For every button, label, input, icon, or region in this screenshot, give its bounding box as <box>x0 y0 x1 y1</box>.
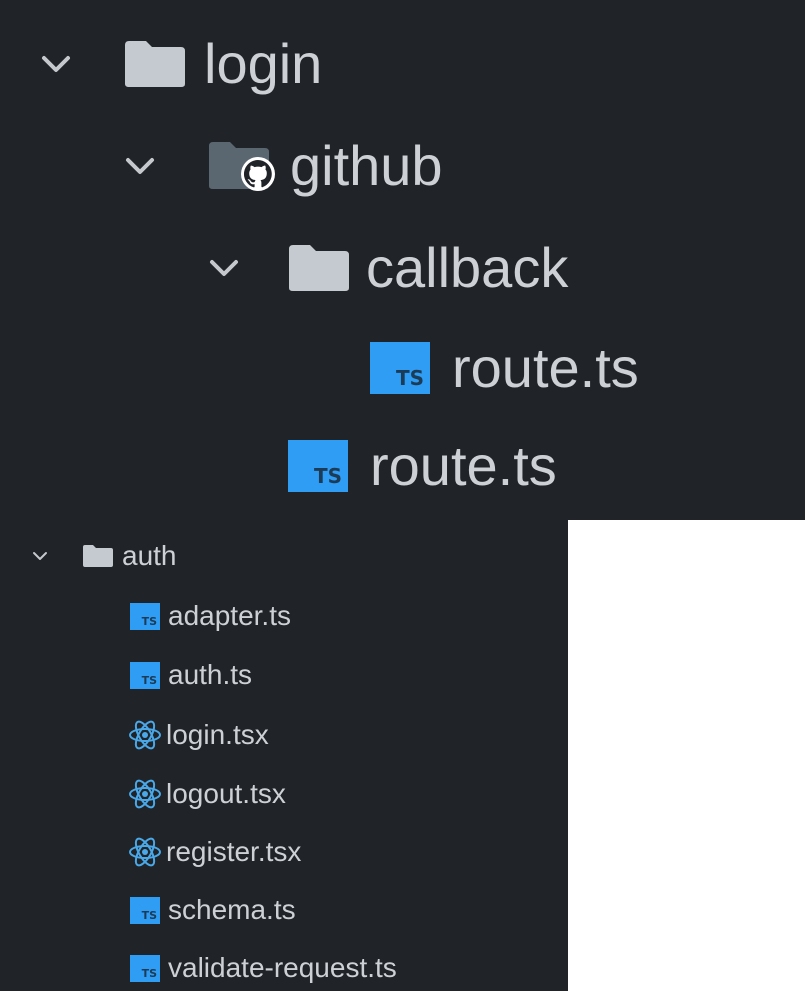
typescript-file-icon: TS <box>130 954 160 982</box>
folder-icon <box>122 39 188 89</box>
tree-item-auth-folder[interactable]: auth <box>30 542 177 570</box>
tree-item-github-route-file[interactable]: TS route.ts <box>288 438 557 494</box>
tree-item-label: github <box>290 134 443 197</box>
tree-item-label: adapter.ts <box>168 600 291 631</box>
tree-item-label: route.ts <box>452 336 639 399</box>
tree-item-file[interactable]: TS schema.ts <box>130 896 296 924</box>
tree-item-file[interactable]: login.tsx <box>128 719 269 751</box>
tree-item-label: callback <box>366 236 569 299</box>
typescript-file-icon: TS <box>130 896 160 924</box>
tree-item-callback-folder[interactable]: callback <box>204 240 568 296</box>
tree-item-file[interactable]: TS adapter.ts <box>130 602 291 630</box>
tree-item-label: auth <box>122 540 177 571</box>
chevron-down-icon[interactable] <box>120 146 160 186</box>
react-file-icon <box>128 719 162 751</box>
chevron-down-icon[interactable] <box>204 248 244 288</box>
typescript-file-icon: TS <box>130 602 160 630</box>
tree-item-label: logout.tsx <box>166 778 286 809</box>
tree-item-file[interactable]: logout.tsx <box>128 778 286 810</box>
typescript-file-icon: TS <box>288 440 348 492</box>
tree-item-label: validate-request.ts <box>168 952 397 983</box>
tree-item-label: register.tsx <box>166 836 302 867</box>
file-tree-auth: auth TS adapter.ts TS auth.ts login.tsx <box>0 520 568 991</box>
typescript-file-icon: TS <box>130 661 160 689</box>
chevron-down-icon[interactable] <box>30 546 50 566</box>
tree-item-file[interactable]: register.tsx <box>128 836 301 868</box>
file-tree-zoomed: login github callback TS route.ts TS rou… <box>0 0 805 520</box>
tree-item-label: login <box>204 32 323 95</box>
tree-item-label: schema.ts <box>168 894 296 925</box>
tree-item-label: login.tsx <box>166 719 269 750</box>
folder-icon <box>82 544 114 568</box>
github-folder-icon <box>206 138 286 194</box>
tree-item-file[interactable]: TS auth.ts <box>130 661 252 689</box>
folder-icon <box>286 243 352 293</box>
typescript-file-icon: TS <box>370 342 430 394</box>
tree-item-label: route.ts <box>370 434 557 497</box>
tree-item-file[interactable]: TS validate-request.ts <box>130 954 397 982</box>
tree-item-callback-route-file[interactable]: TS route.ts <box>370 340 639 396</box>
react-file-icon <box>128 836 162 868</box>
react-file-icon <box>128 778 162 810</box>
tree-item-github-folder[interactable]: github <box>120 138 443 194</box>
tree-item-login-folder[interactable]: login <box>36 36 322 92</box>
chevron-down-icon[interactable] <box>36 44 76 84</box>
tree-item-label: auth.ts <box>168 659 253 690</box>
